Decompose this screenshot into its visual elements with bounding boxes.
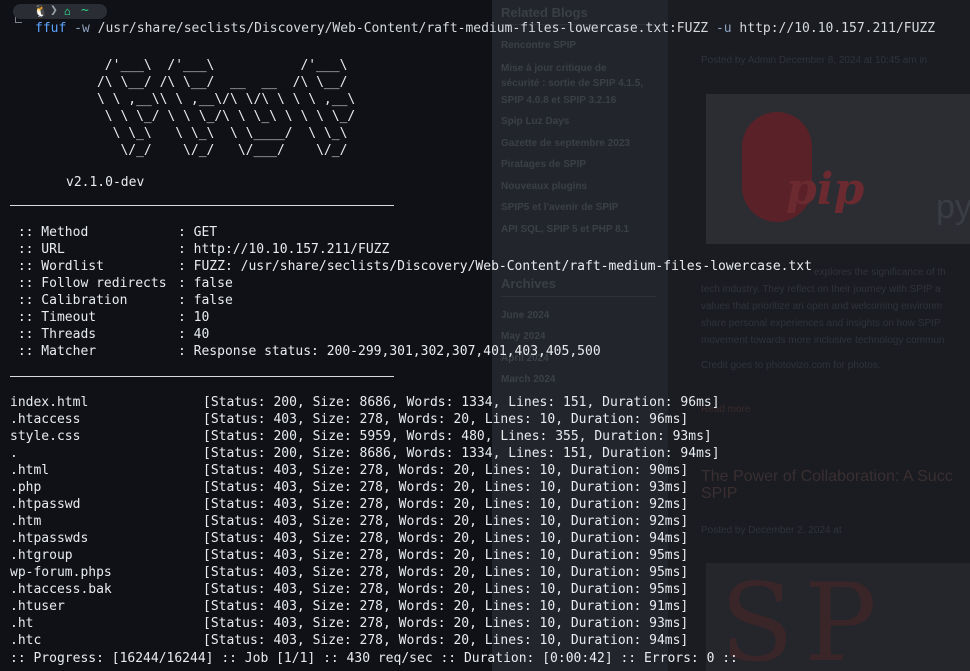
result-path: .htpasswds bbox=[10, 531, 89, 546]
config-row: :: Timeout : 10 bbox=[10, 309, 210, 326]
result-path: index.html bbox=[10, 395, 89, 410]
result-info: [Status: 403, Size: 278, Words: 20, Line… bbox=[203, 599, 689, 614]
progress-status: :: Progress: [16244/16244] :: Job [1/1] … bbox=[10, 651, 738, 666]
result-info: [Status: 403, Size: 278, Words: 20, Line… bbox=[203, 582, 689, 597]
config-value: : 10 bbox=[178, 310, 210, 325]
result-info: [Status: 200, Size: 5959, Words: 480, Li… bbox=[203, 429, 712, 444]
result-path: .ht bbox=[10, 616, 34, 631]
config-key: :: Wordlist bbox=[10, 259, 104, 274]
command-flag-u: -u bbox=[715, 21, 732, 36]
ffuf-ascii-banner: /'___\ /'___\ /'___\ /\ \__/ /\ \__/ __ … bbox=[96, 58, 356, 158]
result-path: .htc bbox=[10, 633, 42, 648]
home-icon: ⌂ bbox=[64, 5, 71, 18]
result-path: .htpasswd bbox=[10, 497, 81, 512]
config-key: :: Follow redirects bbox=[10, 276, 167, 291]
linux-penguin-icon: 🐧 bbox=[33, 4, 48, 18]
command-flag-w: -w bbox=[74, 21, 90, 36]
config-key: :: Threads bbox=[10, 327, 97, 342]
result-info: [Status: 403, Size: 278, Words: 20, Line… bbox=[203, 480, 689, 495]
config-row: :: URL : http://10.10.157.211/FUZZ bbox=[10, 241, 390, 258]
config-value: : http://10.10.157.211/FUZZ bbox=[178, 242, 390, 257]
config-value: : GET bbox=[178, 225, 218, 240]
config-row: :: Calibration : false bbox=[10, 292, 233, 309]
result-info: [Status: 403, Size: 278, Words: 20, Line… bbox=[203, 412, 689, 427]
result-row: .htpasswds [Status: 403, Size: 278, Words… bbox=[10, 530, 688, 547]
result-info: [Status: 200, Size: 8686, Words: 1334, L… bbox=[203, 446, 720, 461]
command-program: ffuf bbox=[35, 21, 67, 36]
config-value: : Response status: 200-299,301,302,307,4… bbox=[178, 344, 601, 359]
chevron-right-icon: ❯ bbox=[50, 3, 58, 18]
result-row: .php [Status: 403, Size: 278, Words: 20, … bbox=[10, 479, 688, 496]
result-info: [Status: 403, Size: 278, Words: 20, Line… bbox=[203, 548, 689, 563]
config-row: :: Threads : 40 bbox=[10, 326, 210, 343]
result-info: [Status: 403, Size: 278, Words: 20, Line… bbox=[203, 463, 689, 478]
result-path: .html bbox=[10, 463, 50, 478]
result-row: wp-forum.phps [Status: 403, Size: 278, Wo… bbox=[10, 564, 688, 581]
result-row: index.html [Status: 200, Size: 8686, Word… bbox=[10, 394, 720, 411]
result-row: .htc [Status: 403, Size: 278, Words: 20, … bbox=[10, 632, 688, 649]
config-key: :: Method bbox=[10, 225, 89, 240]
result-info: [Status: 200, Size: 8686, Words: 1334, L… bbox=[203, 395, 720, 410]
result-info: [Status: 403, Size: 278, Words: 20, Line… bbox=[203, 633, 689, 648]
result-row: .htuser [Status: 403, Size: 278, Words: 2… bbox=[10, 598, 688, 615]
result-info: [Status: 403, Size: 278, Words: 20, Line… bbox=[203, 514, 689, 529]
command-line: ffuf -w /usr/share/seclists/Discovery/We… bbox=[35, 20, 935, 37]
config-value: : 40 bbox=[178, 327, 210, 342]
prompt-segment bbox=[13, 4, 107, 19]
result-row: style.css [Status: 200, Size: 5959, Words… bbox=[10, 428, 712, 445]
result-row: .htaccess [Status: 403, Size: 278, Words:… bbox=[10, 411, 688, 428]
terminal-output[interactable]: 🐧 ❯ ⌂ ~ ffuf -w /usr/share/seclists/Disc… bbox=[0, 0, 970, 671]
command-wordlist: /usr/share/seclists/Discovery/Web-Conten… bbox=[97, 21, 709, 36]
result-info: [Status: 403, Size: 278, Words: 20, Line… bbox=[203, 616, 689, 631]
config-row: :: Follow redirects : false bbox=[10, 275, 233, 292]
result-path: wp-forum.phps bbox=[10, 565, 112, 580]
result-path: .htm bbox=[10, 514, 42, 529]
result-info: [Status: 403, Size: 278, Words: 20, Line… bbox=[203, 531, 689, 546]
result-path: style.css bbox=[10, 429, 81, 444]
result-row: .htpasswd [Status: 403, Size: 278, Words:… bbox=[10, 496, 688, 513]
config-value: : false bbox=[178, 276, 233, 291]
result-path: .php bbox=[10, 480, 42, 495]
config-row: :: Wordlist : FUZZ: /usr/share/seclists/D… bbox=[10, 258, 812, 275]
result-row: .html [Status: 403, Size: 278, Words: 20,… bbox=[10, 462, 688, 479]
result-row: .htgroup [Status: 403, Size: 278, Words: … bbox=[10, 547, 688, 564]
result-info: [Status: 403, Size: 278, Words: 20, Line… bbox=[203, 497, 689, 512]
ffuf-version: v2.1.0-dev bbox=[66, 175, 145, 190]
config-row: :: Method : GET bbox=[10, 224, 217, 241]
config-value: : FUZZ: /usr/share/seclists/Discovery/We… bbox=[178, 259, 812, 274]
prompt-path: ~ bbox=[81, 3, 89, 18]
result-path: .htgroup bbox=[10, 548, 73, 563]
result-row: .htaccess.bak [Status: 403, Size: 278, Wo… bbox=[10, 581, 688, 598]
config-value: : false bbox=[178, 293, 233, 308]
result-path: . bbox=[10, 446, 18, 461]
config-row: :: Matcher : Response status: 200-299,301… bbox=[10, 343, 601, 360]
result-row: .ht [Status: 403, Size: 278, Words: 20, L… bbox=[10, 615, 688, 632]
separator-line bbox=[10, 205, 394, 206]
result-path: .htuser bbox=[10, 599, 65, 614]
result-path: .htaccess bbox=[10, 412, 81, 427]
config-key: :: URL bbox=[10, 242, 65, 257]
config-key: :: Matcher bbox=[10, 344, 97, 359]
result-path: .htaccess.bak bbox=[10, 582, 112, 597]
config-key: :: Calibration bbox=[10, 293, 128, 308]
config-key: :: Timeout bbox=[10, 310, 97, 325]
command-url: http://10.10.157.211/FUZZ bbox=[739, 21, 936, 36]
result-row: .htm [Status: 403, Size: 278, Words: 20, … bbox=[10, 513, 688, 530]
result-info: [Status: 403, Size: 278, Words: 20, Line… bbox=[203, 565, 689, 580]
separator-line bbox=[10, 376, 394, 377]
result-row: . [Status: 200, Size: 8686, Words: 1334, … bbox=[10, 445, 720, 462]
